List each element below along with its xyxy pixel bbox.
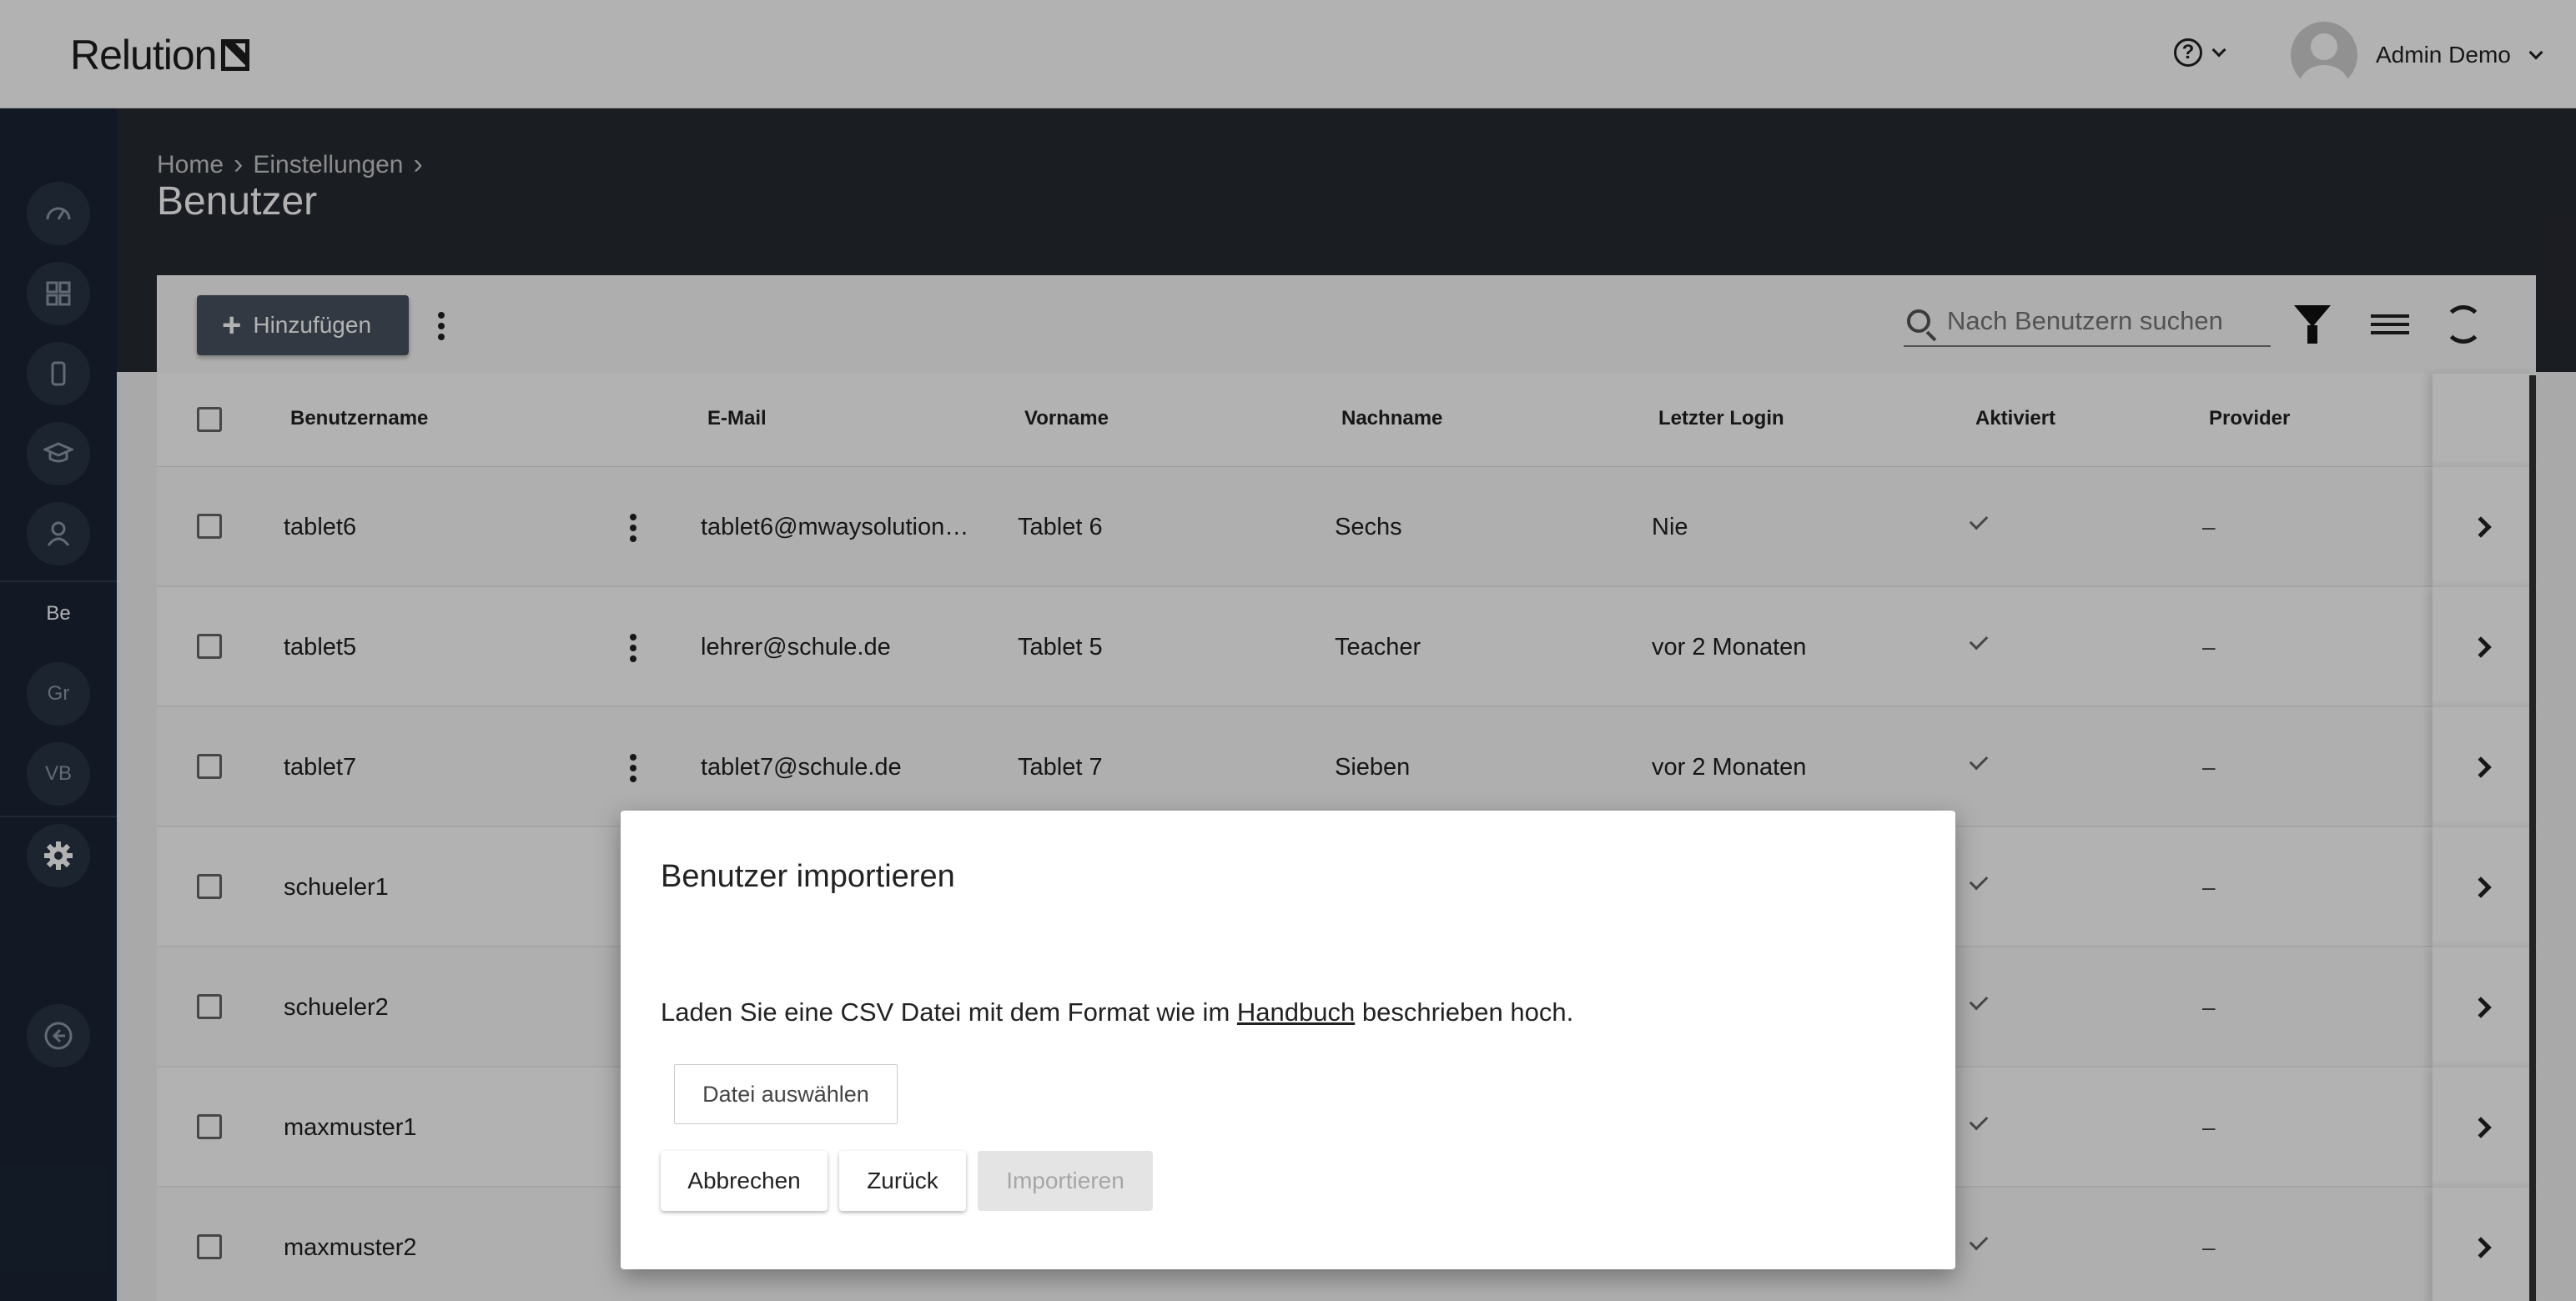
dialog-text-after: beschrieben hoch. <box>1355 997 1574 1027</box>
import-button[interactable]: Importieren <box>978 1151 1153 1211</box>
choose-file-button[interactable]: Datei auswählen <box>674 1064 898 1124</box>
dialog-description: Laden Sie eine CSV Datei mit dem Format … <box>661 997 1573 1027</box>
handbook-link[interactable]: Handbuch <box>1237 997 1355 1027</box>
back-button[interactable]: Zurück <box>839 1151 966 1211</box>
dialog-text-before: Laden Sie eine CSV Datei mit dem Format … <box>661 997 1237 1027</box>
import-users-dialog: Benutzer importieren Laden Sie eine CSV … <box>621 811 1955 1269</box>
cancel-button[interactable]: Abbrechen <box>661 1151 828 1211</box>
dialog-title: Benutzer importieren <box>661 859 955 894</box>
